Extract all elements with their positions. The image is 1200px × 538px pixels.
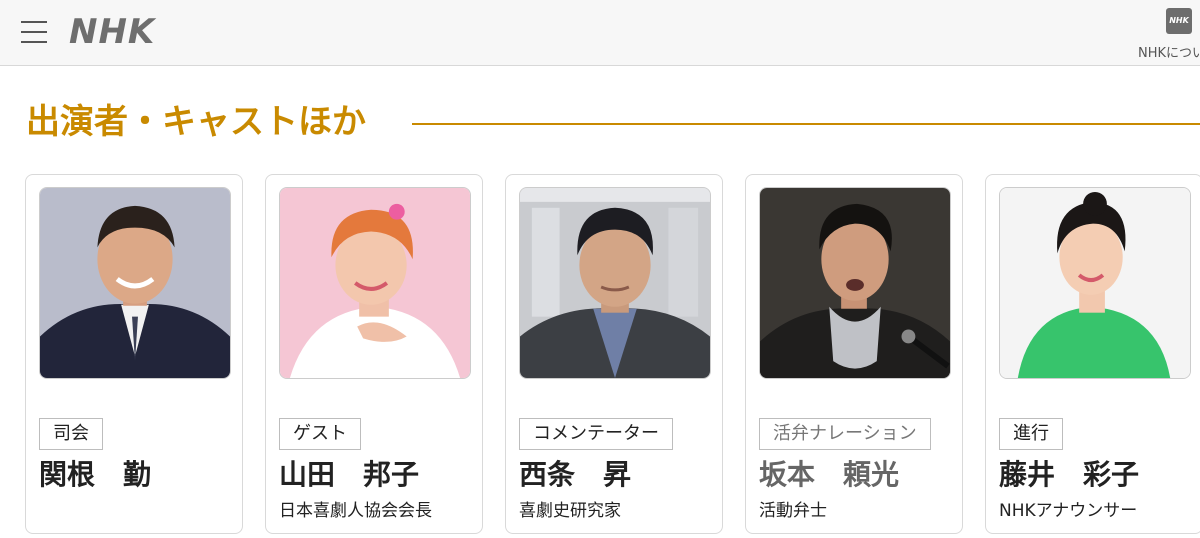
cast-name: 山田 邦子 — [279, 458, 420, 491]
nhk-logo[interactable]: NHK — [69, 10, 155, 54]
cast-name: 坂本 頼光 — [759, 458, 900, 491]
section-divider — [412, 123, 1200, 125]
site-header: NHK NHK NHKについて — [0, 0, 1200, 66]
cast-card[interactable]: 進行 藤井 彩子 NHKアナウンサー — [985, 174, 1200, 534]
cast-role: 司会 — [39, 418, 103, 450]
cast-photo — [519, 187, 711, 379]
about-nhk-link[interactable]: NHK NHKについて — [1136, 8, 1200, 64]
cast-role: 活弁ナレーション — [759, 418, 931, 450]
cast-role: コメンテーター — [519, 418, 673, 450]
cast-description: 喜劇史研究家 — [519, 501, 621, 521]
cast-name: 藤井 彩子 — [999, 458, 1140, 491]
cast-photo — [39, 187, 231, 379]
cast-name: 西条 昇 — [519, 458, 632, 491]
cast-card[interactable]: ゲスト 山田 邦子 日本喜劇人協会会長 — [265, 174, 483, 534]
cast-card[interactable]: 活弁ナレーション 坂本 頼光 活動弁士 — [745, 174, 963, 534]
cast-photo — [759, 187, 951, 379]
cast-name: 関根 勤 — [39, 458, 152, 491]
cast-description: 日本喜劇人協会会長 — [279, 501, 432, 521]
cast-role: ゲスト — [279, 418, 361, 450]
cast-card[interactable]: コメンテーター 西条 昇 喜劇史研究家 — [505, 174, 723, 534]
cast-description: 活動弁士 — [759, 501, 827, 521]
section-title: 出演者・キャストほか — [26, 102, 366, 142]
cast-description: NHKアナウンサー — [999, 501, 1138, 521]
cast-photo — [999, 187, 1191, 379]
cast-photo — [279, 187, 471, 379]
cast-role: 進行 — [999, 418, 1063, 450]
about-nhk-label: NHKについて — [1138, 46, 1200, 61]
cast-card[interactable]: 司会 関根 勤 — [25, 174, 243, 534]
nhk-icon: NHK — [1166, 8, 1192, 34]
menu-icon[interactable] — [21, 18, 47, 46]
